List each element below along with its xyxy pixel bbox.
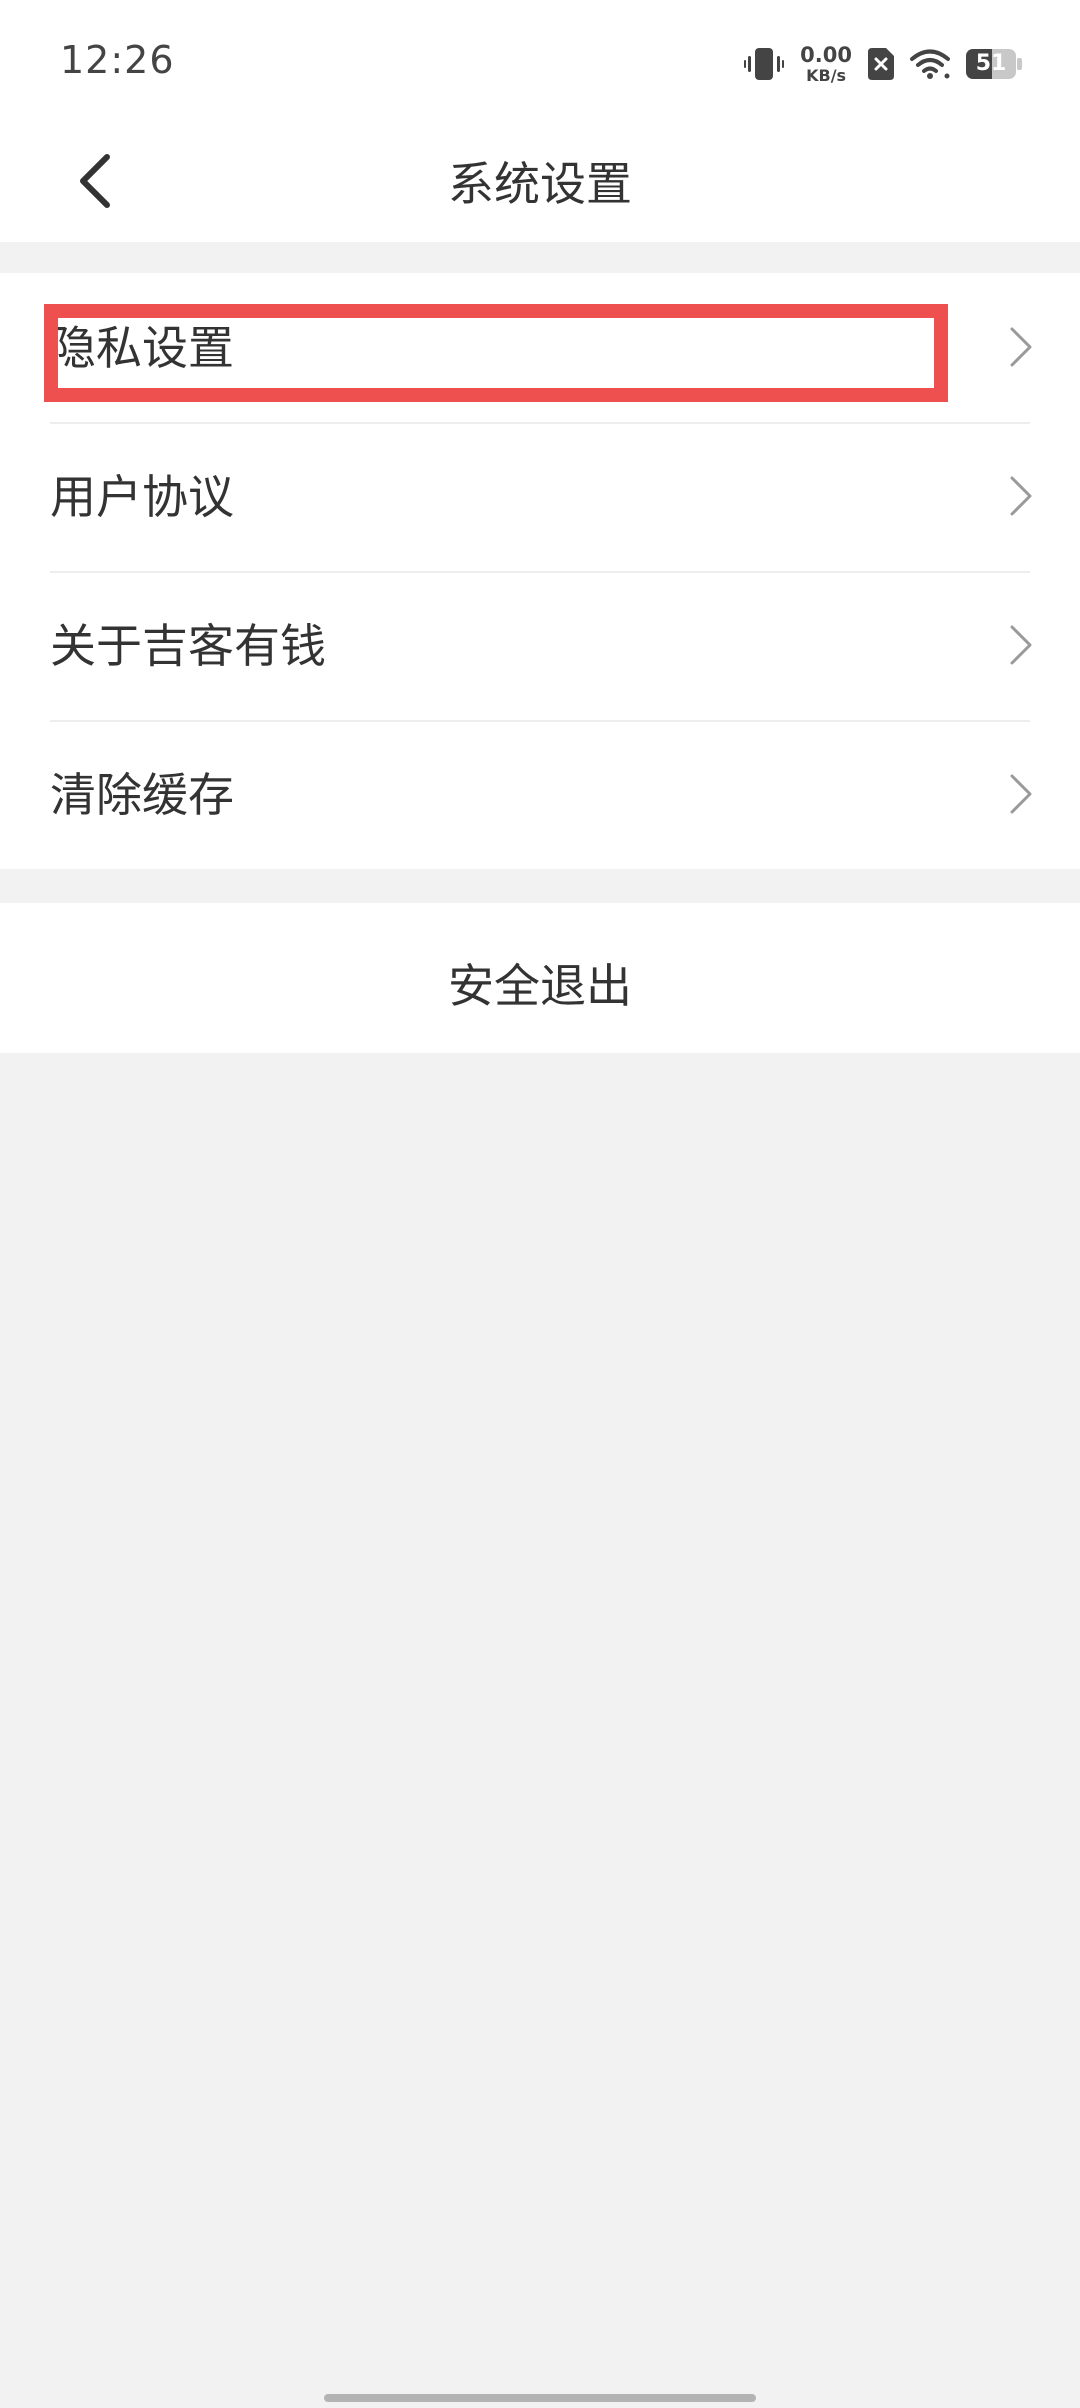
menu-item-user-agreement[interactable]: 用户协议 bbox=[0, 422, 1080, 571]
network-speed-value: 0.00 bbox=[800, 42, 852, 67]
chevron-right-icon bbox=[1010, 774, 1032, 814]
status-icons: 0.00 KB/s 51 bbox=[744, 40, 1022, 88]
vibrate-icon bbox=[744, 46, 785, 82]
status-bar: 12:26 0.00 KB/s 51 bbox=[0, 0, 1080, 120]
menu-item-label: 清除缓存 bbox=[50, 768, 234, 822]
menu-item-privacy-settings[interactable]: 隐私设置 bbox=[0, 273, 1080, 422]
sim-off-icon bbox=[868, 48, 894, 80]
logout-button[interactable]: 安全退出 bbox=[0, 903, 1080, 1053]
logout-label: 安全退出 bbox=[448, 959, 632, 1013]
network-speed: 0.00 KB/s bbox=[800, 42, 852, 85]
status-time: 12:26 bbox=[60, 38, 175, 82]
menu-item-about[interactable]: 关于吉客有钱 bbox=[0, 571, 1080, 720]
app-header: 系统设置 bbox=[0, 120, 1080, 242]
chevron-right-icon bbox=[1010, 327, 1032, 367]
page-title: 系统设置 bbox=[448, 157, 632, 211]
settings-menu: 隐私设置 用户协议 关于吉客有钱 清除缓存 bbox=[0, 273, 1080, 869]
menu-item-label: 关于吉客有钱 bbox=[50, 619, 326, 673]
menu-item-label: 隐私设置 bbox=[50, 321, 234, 375]
network-speed-unit: KB/s bbox=[806, 65, 847, 85]
home-indicator[interactable] bbox=[324, 2394, 756, 2402]
menu-item-label: 用户协议 bbox=[50, 470, 234, 524]
wifi-icon bbox=[910, 48, 950, 80]
battery-icon: 51 bbox=[966, 49, 1022, 79]
chevron-right-icon bbox=[1010, 625, 1032, 665]
menu-item-clear-cache[interactable]: 清除缓存 bbox=[0, 720, 1080, 869]
battery-level: 51 bbox=[975, 51, 1007, 76]
chevron-right-icon bbox=[1010, 476, 1032, 516]
